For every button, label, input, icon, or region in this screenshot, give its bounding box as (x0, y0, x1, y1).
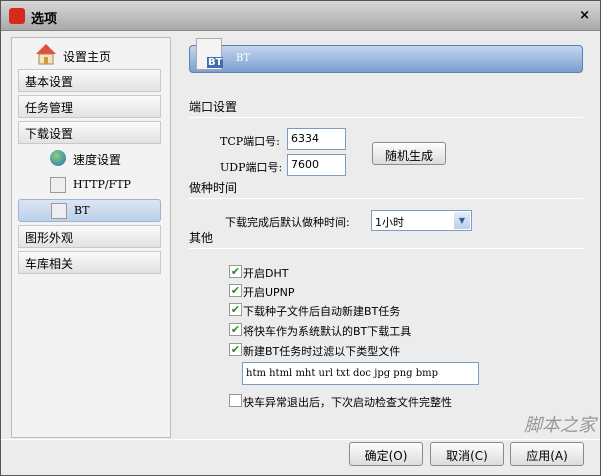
sidebar-item-label: HTTP/FTP (73, 178, 131, 191)
filter-files-checkbox[interactable]: ✔ (229, 343, 242, 356)
upnp-checkbox[interactable]: ✔ (229, 284, 242, 297)
bt-file-icon (51, 203, 67, 219)
sidebar-item-tasks[interactable]: 任务管理 (18, 95, 161, 118)
window-title: 选项 (31, 12, 58, 27)
divider (189, 248, 583, 249)
default-bt-tool-checkbox[interactable]: ✔ (229, 323, 242, 336)
integrity-check-label: 快车异常退出后，下次启动检查文件完整性 (243, 396, 452, 409)
section-header: BT BT (189, 38, 583, 73)
seeding-section-label: 做种时间 (189, 181, 238, 195)
close-button[interactable]: × (579, 8, 590, 23)
divider (189, 198, 583, 199)
dht-label: 开启DHT (243, 267, 289, 280)
tcp-port-label: TCP端口号: (220, 135, 280, 148)
seeding-time-select[interactable]: 1小时 ▼ (371, 210, 472, 231)
auto-new-bt-checkbox[interactable]: ✔ (229, 303, 242, 316)
filter-files-label: 新建BT任务时过滤以下类型文件 (243, 345, 401, 358)
sidebar-item-appearance[interactable]: 图形外观 (18, 225, 161, 248)
app-logo-icon (9, 8, 25, 24)
home-icon (34, 42, 58, 66)
sidebar-home[interactable]: 设置主页 (63, 48, 111, 65)
sidebar-item-download[interactable]: 下载设置 (18, 121, 161, 144)
ok-button[interactable]: 确定(O) (349, 442, 423, 466)
chevron-down-icon[interactable]: ▼ (454, 212, 470, 229)
sidebar-item-label: BT (74, 204, 90, 217)
other-section-label: 其他 (189, 231, 214, 245)
options-dialog: 选项 × 设置主页 基本设置 任务管理 下载设置 速度设置 HTTP/FTP B… (0, 0, 601, 476)
section-title: BT (236, 53, 251, 64)
port-section-label: 端口设置 (189, 100, 238, 114)
sidebar-item-bt[interactable]: BT (18, 199, 161, 222)
dht-checkbox[interactable]: ✔ (229, 265, 242, 278)
default-bt-tool-label: 将快车作为系统默认的BT下载工具 (243, 325, 412, 338)
auto-new-bt-label: 下载种子文件后自动新建BT任务 (243, 305, 401, 318)
seeding-time-value: 1小时 (375, 216, 404, 229)
random-generate-button[interactable]: 随机生成 (372, 142, 446, 165)
sidebar-item-garage[interactable]: 车库相关 (18, 251, 161, 274)
integrity-check-checkbox[interactable] (229, 394, 242, 407)
filter-extensions-input[interactable]: htm html mht url txt doc jpg png bmp (242, 362, 479, 385)
apply-button[interactable]: 应用(A) (510, 442, 584, 466)
cancel-button[interactable]: 取消(C) (430, 442, 504, 466)
udp-port-label: UDP端口号: (220, 161, 283, 174)
sidebar-item-http-ftp[interactable]: HTTP/FTP (18, 174, 161, 197)
seeding-time-label: 下载完成后默认做种时间: (225, 216, 350, 229)
globe-icon (50, 150, 66, 166)
footer-divider (1, 439, 600, 440)
bt-document-icon: BT (196, 38, 224, 70)
tcp-port-input[interactable]: 6334 (287, 128, 346, 150)
upnp-label: 开启UPNP (243, 286, 295, 299)
sidebar: 设置主页 基本设置 任务管理 下载设置 速度设置 HTTP/FTP BT 图形外… (11, 37, 171, 438)
sidebar-item-speed[interactable]: 速度设置 (18, 147, 161, 170)
divider (189, 117, 583, 118)
sidebar-item-basic[interactable]: 基本设置 (18, 69, 161, 92)
title-bar: 选项 × (1, 1, 600, 31)
udp-port-input[interactable]: 7600 (287, 154, 346, 176)
http-file-icon (50, 177, 66, 193)
watermark: 脚本之家 (524, 415, 596, 436)
sidebar-item-label: 速度设置 (73, 153, 122, 167)
